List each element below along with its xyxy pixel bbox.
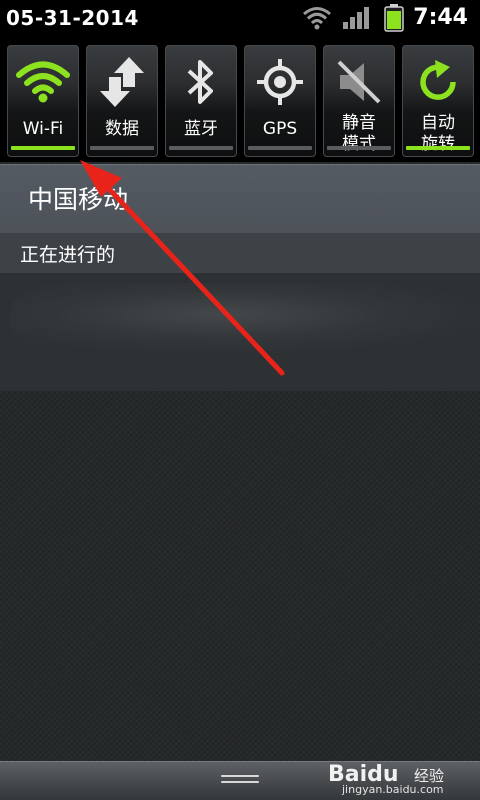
toggle-bluetooth[interactable]: 蓝牙 bbox=[165, 45, 237, 157]
toggle-wifi-label: Wi-Fi bbox=[22, 119, 64, 139]
toggle-bluetooth-label: 蓝牙 bbox=[184, 119, 218, 139]
close-handle[interactable]: Baidu 经验 jingyan.baidu.com bbox=[0, 761, 480, 800]
watermark: Baidu 经验 jingyan.baidu.com bbox=[328, 762, 468, 796]
wifi-signal-icon bbox=[302, 6, 332, 34]
rotate-icon bbox=[402, 53, 474, 111]
toggle-auto-rotate[interactable]: 自动 旋转 bbox=[402, 45, 474, 157]
toggle-data-label: 数据 bbox=[105, 119, 139, 139]
blurred-notification-content bbox=[10, 283, 480, 353]
toggle-wifi[interactable]: Wi-Fi bbox=[7, 45, 79, 157]
wifi-icon bbox=[7, 53, 79, 111]
toggle-wifi-indicator bbox=[11, 146, 75, 150]
gps-icon bbox=[244, 53, 316, 111]
mute-icon bbox=[323, 53, 395, 111]
watermark-url: jingyan.baidu.com bbox=[342, 783, 444, 796]
toggle-data-indicator bbox=[90, 146, 154, 150]
notification-shade: 05-31-2014 7:44 Wi-Fi 数据 蓝牙 GPS 静音 模式 自动… bbox=[0, 0, 480, 800]
status-time: 7:44 bbox=[413, 5, 468, 30]
toggle-silent-mode-indicator bbox=[327, 146, 391, 150]
carrier-bar: 中国移动 bbox=[0, 164, 480, 234]
status-date: 05-31-2014 bbox=[6, 6, 139, 30]
toggle-bluetooth-indicator bbox=[169, 146, 233, 150]
bluetooth-icon bbox=[165, 53, 237, 111]
toggle-auto-rotate-indicator bbox=[406, 146, 470, 150]
toggle-data[interactable]: 数据 bbox=[86, 45, 158, 157]
drag-grip-icon bbox=[221, 775, 259, 785]
status-bar: 05-31-2014 7:44 bbox=[0, 0, 480, 38]
ongoing-notification[interactable] bbox=[0, 273, 480, 391]
toggle-silent-mode[interactable]: 静音 模式 bbox=[323, 45, 395, 157]
data-transfer-icon bbox=[86, 53, 158, 111]
ongoing-label: 正在进行的 bbox=[20, 244, 116, 266]
toggle-gps-indicator bbox=[248, 146, 312, 150]
carrier-name: 中国移动 bbox=[28, 185, 129, 214]
toggle-gps[interactable]: GPS bbox=[244, 45, 316, 157]
ongoing-header: 正在进行的 bbox=[0, 233, 480, 273]
toggle-gps-label: GPS bbox=[262, 119, 298, 139]
cell-signal-icon bbox=[342, 6, 370, 34]
battery-icon bbox=[384, 4, 404, 36]
quick-settings-panel: Wi-Fi 数据 蓝牙 GPS 静音 模式 自动 旋转 bbox=[0, 38, 480, 162]
